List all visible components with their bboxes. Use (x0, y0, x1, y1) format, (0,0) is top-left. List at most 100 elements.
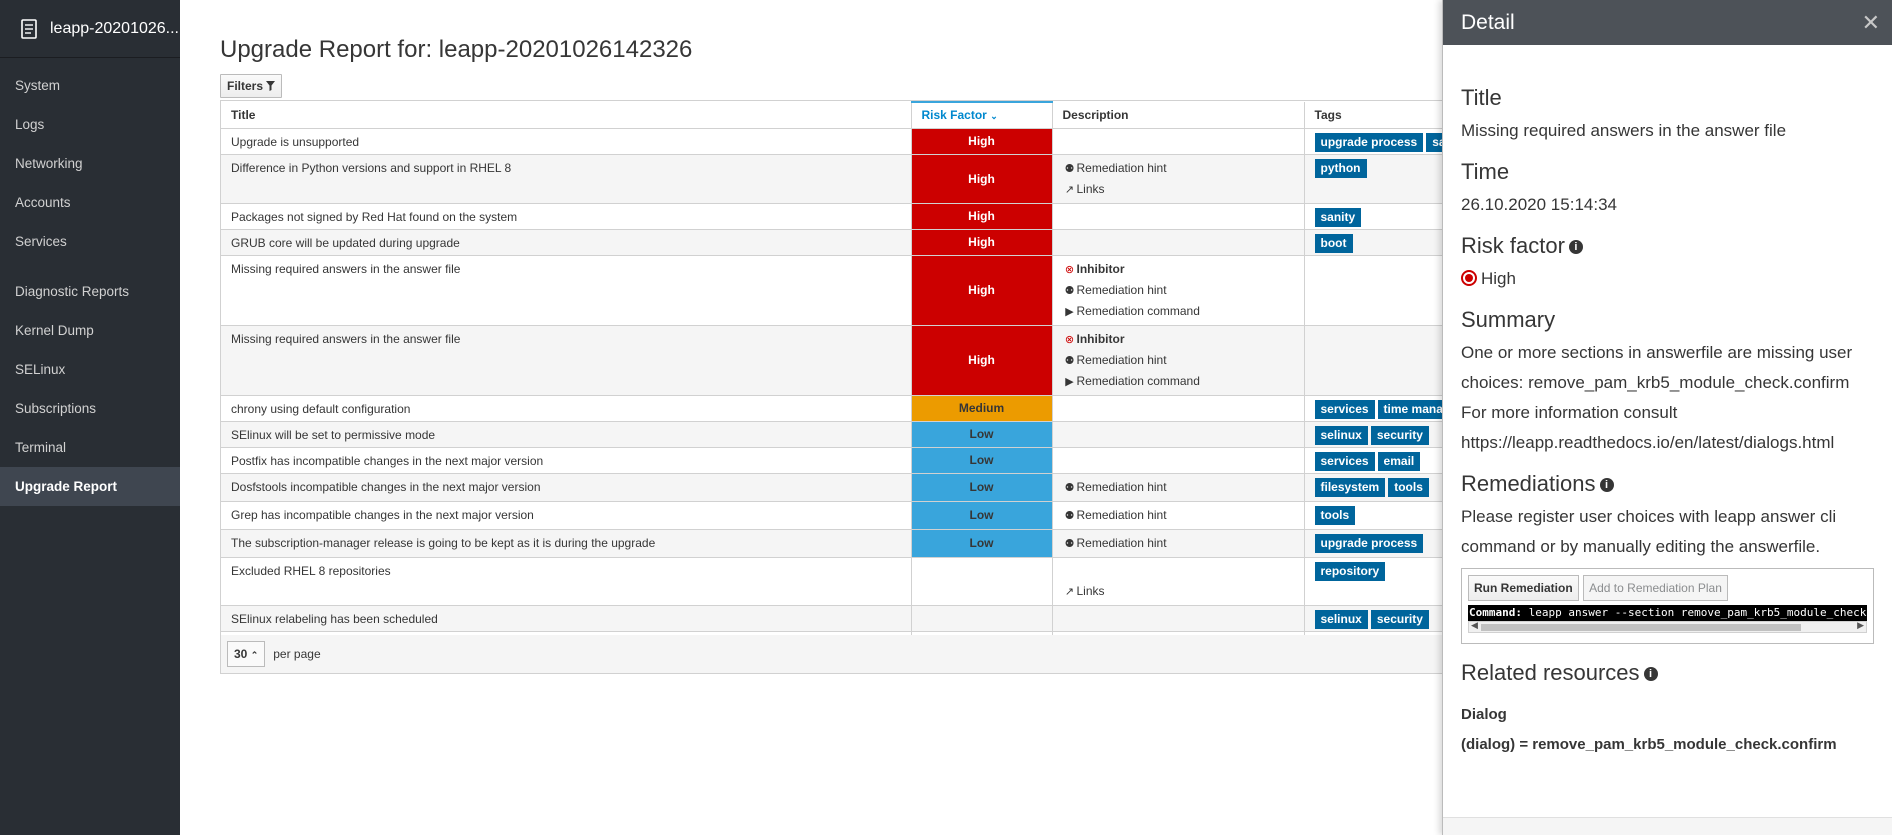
tag-badge[interactable]: selinux (1314, 425, 1368, 445)
info-icon[interactable]: i (1643, 667, 1658, 682)
tags-cell: python (1304, 154, 1449, 204)
table-row[interactable]: Missing required answers in the answer f… (221, 325, 1449, 396)
tag-badge[interactable]: upgrade process (1314, 132, 1424, 152)
table-row[interactable]: GRUB core will be updated during upgrade… (221, 229, 1449, 256)
scroll-right-icon[interactable]: ▶ (1857, 620, 1864, 631)
main-content: Upgrade Report for: leapp-20201026142326… (180, 0, 1450, 835)
tag-badge[interactable]: tools (1314, 505, 1356, 525)
horizontal-scrollbar[interactable]: ◀ ▶ (1468, 620, 1867, 633)
description-cell (1052, 128, 1305, 155)
risk-factor-cell: High (911, 154, 1053, 204)
links-link[interactable]: ↗ Links (1063, 581, 1294, 602)
tags-cell: upgrade process (1304, 529, 1449, 558)
risk-factor-cell: High (911, 325, 1053, 396)
column-header-title[interactable]: Title (221, 102, 912, 129)
sidebar-item-diagnostic-reports[interactable]: Diagnostic Reports (0, 272, 180, 311)
tag-badge[interactable]: security (1370, 425, 1429, 445)
page-title: Upgrade Report for: leapp-20201026142326 (220, 36, 693, 63)
table-row[interactable]: Missing required answers in the answer f… (221, 255, 1449, 326)
table-row[interactable]: The subscription-manager release is goin… (221, 529, 1449, 558)
tag-badge[interactable]: time mana (1377, 399, 1449, 419)
scroll-thumb[interactable] (1481, 624, 1801, 631)
detail-risk-row: High (1461, 264, 1874, 294)
info-icon[interactable]: i (1599, 478, 1614, 493)
add-to-remediation-plan-button[interactable]: Add to Remediation Plan (1583, 575, 1728, 601)
tags-cell: repository (1304, 557, 1449, 606)
close-icon[interactable]: ✕ (1862, 10, 1880, 36)
sidebar-item-kernel-dump[interactable]: Kernel Dump (0, 311, 180, 350)
sidebar-item-terminal[interactable]: Terminal (0, 428, 180, 467)
tag-badge[interactable]: filesystem (1314, 477, 1386, 497)
tag-badge[interactable]: selinux (1314, 609, 1368, 629)
sidebar-item-accounts[interactable]: Accounts (0, 183, 180, 222)
risk-factor-cell: Low (911, 529, 1053, 558)
sidebar-item-system[interactable]: System (0, 66, 180, 105)
summary-line: One or more sections in answerfile are m… (1461, 343, 1853, 362)
lightbulb-icon: ⚉ (1064, 284, 1075, 297)
tag-badge[interactable]: security (1370, 609, 1429, 629)
row-title: Missing required answers in the answer f… (221, 325, 912, 396)
description-cell (1052, 229, 1305, 256)
remediation-command-link[interactable]: ▶ Remediation command (1063, 301, 1294, 322)
per-page-select[interactable]: 30 ⌃ (227, 641, 266, 667)
high-risk-icon (1461, 270, 1477, 286)
table-row[interactable]: SElinux relabeling has been scheduled sel… (221, 605, 1449, 632)
filters-button[interactable]: Filters (220, 74, 283, 98)
table-row[interactable]: Excluded RHEL 8 repositories ↗ Links repos… (221, 557, 1449, 606)
table-row[interactable]: Packages not signed by Red Hat found on … (221, 203, 1449, 230)
remediation-hint-link[interactable]: ⚉ Remediation hint (1063, 477, 1294, 498)
scroll-left-icon[interactable]: ◀ (1471, 620, 1478, 631)
links-link[interactable]: ↗ Links (1063, 179, 1294, 200)
sidebar-item-logs[interactable]: Logs (0, 105, 180, 144)
description-cell: ⚉ Remediation hint ↗ Links (1052, 154, 1305, 204)
remediation-hint-link[interactable]: ⚉ Remediation hint (1063, 533, 1294, 554)
tags-cell: selinux security (1304, 421, 1449, 448)
sidebar-item-networking[interactable]: Networking (0, 144, 180, 183)
tags-cell (1304, 325, 1449, 396)
table-row[interactable]: Difference in Python versions and suppor… (221, 154, 1449, 204)
table-row[interactable]: Upgrade is unsupported High upgrade proces… (221, 128, 1449, 155)
column-header-risk-factor[interactable]: Risk Factor ⌄ (911, 101, 1053, 129)
remediation-command-link[interactable]: ▶ Remediation command (1063, 371, 1294, 392)
tag-badge[interactable]: email (1377, 451, 1421, 471)
sidebar-item-services[interactable]: Services (0, 222, 180, 261)
tag-badge[interactable]: tools (1388, 477, 1429, 497)
dialog-value: (dialog) = remove_pam_krb5_module_check.… (1461, 736, 1837, 753)
command-label: Command: (1469, 606, 1522, 619)
info-icon[interactable]: i (1568, 240, 1583, 255)
remediation-hint-link[interactable]: ⚉ Remediation hint (1063, 350, 1294, 371)
row-title: SElinux relabeling has been scheduled (221, 605, 912, 632)
host-selector[interactable]: leapp-20201026... (0, 0, 180, 58)
remediation-hint-link[interactable]: ⚉ Remediation hint (1063, 280, 1294, 301)
remediation-hint-link[interactable]: ⚉ Remediation hint (1063, 158, 1294, 179)
lightbulb-icon: ⚉ (1064, 162, 1075, 175)
sidebar-item-upgrade-report[interactable]: Upgrade Report (0, 467, 180, 506)
chevron-up-icon: ⌃ (250, 650, 259, 660)
tag-badge[interactable]: services (1314, 399, 1375, 419)
table-row[interactable]: chrony using default configuration Medium… (221, 395, 1449, 422)
tag-badge[interactable]: services (1314, 451, 1375, 471)
tag-badge[interactable]: upgrade process (1314, 533, 1424, 553)
tag-badge[interactable]: sanity (1314, 207, 1362, 227)
remediation-hint-link[interactable]: ⚉ Remediation hint (1063, 505, 1294, 526)
sidebar-item-selinux[interactable]: SELinux (0, 350, 180, 389)
sidebar-item-subscriptions[interactable]: Subscriptions (0, 389, 180, 428)
tags-cell: sanity (1304, 203, 1449, 230)
table-row[interactable]: Postfix has incompatible changes in the … (221, 447, 1449, 474)
table-row[interactable]: SElinux will be set to permissive mode Lo… (221, 421, 1449, 448)
table-row[interactable]: Dosfstools incompatible changes in the n… (221, 473, 1449, 502)
tag-badge[interactable]: boot (1314, 233, 1353, 253)
lightbulb-icon: ⚉ (1064, 509, 1075, 522)
play-circle-icon: ▶ (1065, 375, 1074, 388)
detail-summary-heading: Summary (1461, 307, 1556, 332)
run-remediation-button[interactable]: Run Remediation (1468, 575, 1579, 601)
table-row[interactable]: Grep has incompatible changes in the nex… (221, 501, 1449, 530)
column-header-description[interactable]: Description (1052, 102, 1305, 129)
detail-panel: Detail ✕ Title Missing required answers … (1442, 0, 1892, 835)
risk-factor-cell: Low (911, 421, 1053, 448)
tag-badge[interactable]: python (1314, 158, 1367, 178)
tag-badge[interactable]: repository (1314, 561, 1386, 581)
column-header-tags[interactable]: Tags (1304, 102, 1449, 129)
description-cell: ⊗ Inhibitor ⚉ Remediation hint ▶ Remediation … (1052, 325, 1305, 396)
summary-line: https://leapp.readthedocs.io/en/latest/d… (1461, 433, 1835, 452)
